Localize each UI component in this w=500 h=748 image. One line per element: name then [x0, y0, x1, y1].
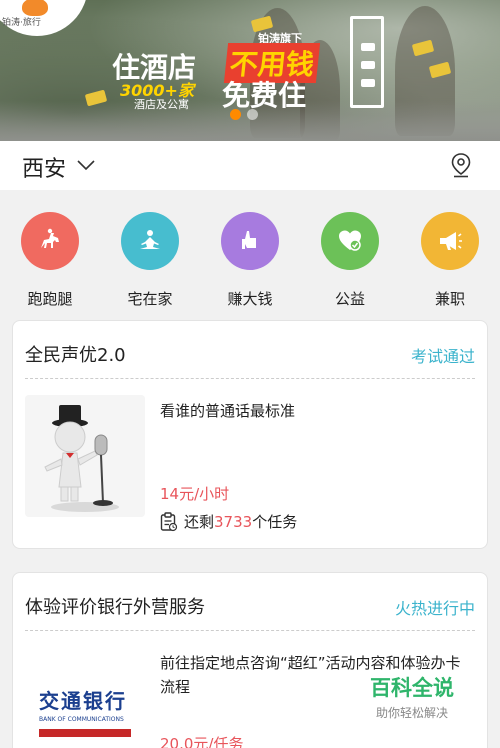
category-home[interactable]: 宅在家	[100, 190, 200, 318]
carousel-dot[interactable]	[247, 109, 258, 120]
category-errands[interactable]: 跑跑腿	[0, 190, 100, 318]
carousel-dots	[230, 109, 258, 120]
fox-mascot-icon	[22, 0, 48, 16]
category-label: 赚大钱	[227, 290, 273, 308]
task-description: 看谁的普通话最标准	[160, 402, 296, 420]
task-price: 20.0元/任务	[160, 735, 244, 748]
category-label: 宅在家	[127, 290, 173, 308]
banner-slogan-part3: 免费住	[222, 79, 307, 112]
category-parttime[interactable]: 兼职	[400, 190, 500, 318]
category-row: 跑跑腿 宅在家 赚大钱 公益 兼职	[0, 190, 500, 318]
task-remaining: 还剩3733个任务	[160, 511, 297, 532]
task-thumbnail: 交通银行 BANK OF COMMUNICATIONS	[25, 647, 145, 748]
task-card[interactable]: 体验评价银行外营服务 火热进行中 交通银行 BANK OF COMMUNICAT…	[12, 572, 488, 748]
divider	[25, 630, 475, 631]
category-label: 跑跑腿	[27, 290, 73, 308]
remaining-count: 3733	[214, 513, 253, 531]
microphone-man-image	[25, 395, 145, 517]
clipboard-icon	[160, 511, 178, 531]
category-charity[interactable]: 公益	[300, 190, 400, 318]
watermark-sub: 助你轻松解决	[375, 706, 448, 720]
task-card[interactable]: 全民声优2.0 考试通过 看谁的普通话最标准 14元/小时 还剩3733个任务	[12, 320, 488, 549]
megaphone-icon	[421, 212, 479, 270]
bank-name-en: BANK OF COMMUNICATIONS	[39, 716, 124, 723]
bank-logo: 交通银行 BANK OF COMMUNICATIONS	[39, 685, 131, 737]
category-earn[interactable]: 赚大钱	[200, 190, 300, 318]
watermark-title: 百科全说	[370, 676, 454, 700]
heart-check-icon	[321, 212, 379, 270]
bank-banner-bar	[39, 729, 131, 737]
building-icon	[350, 16, 384, 108]
meditation-icon	[121, 212, 179, 270]
remaining-prefix: 还剩	[184, 513, 215, 531]
chevron-down-icon[interactable]	[76, 155, 96, 175]
watermark: 百科全说 助你轻松解决	[360, 672, 464, 721]
location-pin-icon[interactable]	[450, 152, 472, 178]
banner-sub: 酒店及公寓	[134, 98, 189, 111]
carousel-dot[interactable]	[230, 109, 241, 120]
city-selector[interactable]: 西安	[22, 151, 66, 183]
task-status[interactable]: 考试通过	[411, 343, 475, 367]
task-title: 体验评价银行外营服务	[25, 597, 205, 618]
city-bar: 西安	[0, 141, 500, 190]
task-title: 全民声优2.0	[25, 345, 126, 366]
task-status[interactable]: 火热进行中	[395, 595, 475, 619]
promo-banner[interactable]: 铂涛·旅行 铂涛旗下 住酒店 不用钱 3000+家 酒店及公寓 免费住	[0, 0, 500, 141]
task-thumbnail	[25, 395, 145, 517]
task-price: 14元/小时	[160, 485, 230, 503]
category-label: 兼职	[434, 290, 465, 308]
horse-rider-icon	[21, 212, 79, 270]
category-label: 公益	[334, 290, 365, 308]
bank-name: 交通银行	[39, 689, 127, 713]
divider	[25, 378, 475, 379]
brand-logo-text: 铂涛·旅行	[2, 18, 41, 28]
thumbs-up-icon	[221, 212, 279, 270]
remaining-suffix: 个任务	[252, 513, 298, 531]
